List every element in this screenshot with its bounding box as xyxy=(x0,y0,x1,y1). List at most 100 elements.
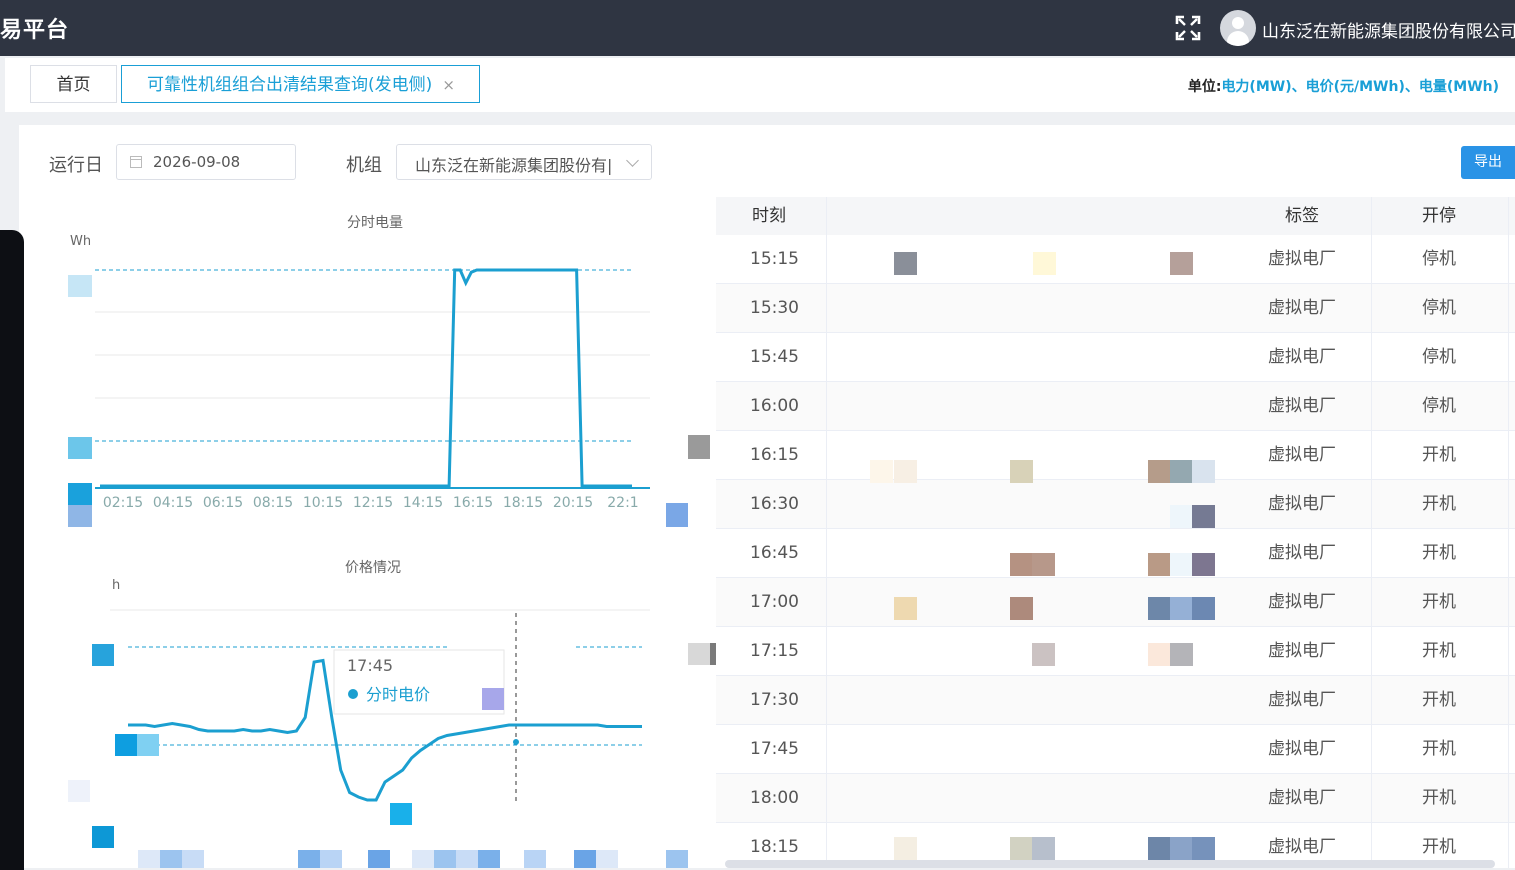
blur-block xyxy=(1010,553,1033,576)
table-row[interactable]: 16:45 虚拟电厂 开机 xyxy=(716,529,1515,578)
blur-block xyxy=(524,850,546,868)
tab-active-query[interactable]: 可靠性机组组合出清结果查询(发电侧) × xyxy=(121,65,480,103)
close-icon[interactable]: × xyxy=(442,66,455,104)
export-button[interactable]: 导出 xyxy=(1461,146,1515,179)
blur-block xyxy=(894,460,917,483)
blur-block xyxy=(894,597,917,620)
table-row[interactable]: 15:15 虚拟电厂 停机 xyxy=(716,235,1515,284)
table-row[interactable]: 15:30 虚拟电厂 停机 xyxy=(716,284,1515,333)
cell-status: 停机 xyxy=(1422,298,1456,318)
blur-block xyxy=(1148,837,1171,860)
blur-block xyxy=(1032,643,1055,666)
blur-block xyxy=(434,850,456,868)
blur-block xyxy=(368,850,390,868)
cell-status: 开机 xyxy=(1422,641,1456,661)
table-row[interactable]: 16:00 虚拟电厂 停机 xyxy=(716,382,1515,431)
blur-block xyxy=(666,850,688,868)
cell-status: 开机 xyxy=(1422,494,1456,514)
tab-home[interactable]: 首页 xyxy=(30,65,117,103)
blur-block xyxy=(1192,460,1215,483)
tooltip-series-name: 分时电价 xyxy=(366,685,430,704)
cell-time: 17:00 xyxy=(750,592,799,612)
cell-status: 开机 xyxy=(1422,690,1456,710)
cell-tag: 虚拟电厂 xyxy=(1268,788,1336,808)
cell-time: 15:15 xyxy=(750,249,799,269)
blur-block xyxy=(1148,460,1171,483)
unit-label: 单位: xyxy=(1187,79,1222,95)
user-avatar[interactable] xyxy=(1220,10,1256,46)
cell-tag: 虚拟电厂 xyxy=(1268,445,1336,465)
tab-active-label: 可靠性机组组合出清结果查询(发电侧) xyxy=(147,75,433,95)
table-row[interactable]: 15:45 虚拟电厂 停机 xyxy=(716,333,1515,382)
tooltip-time: 17:45 xyxy=(347,656,393,675)
blur-block xyxy=(68,275,92,297)
chart2-title: 价格情况 xyxy=(345,560,401,576)
cell-tag: 虚拟电厂 xyxy=(1268,298,1336,318)
blur-block xyxy=(68,780,90,802)
tab-strip: 首页 可靠性机组组合出清结果查询(发电侧) × 单位:电力(MW)、电价(元/M… xyxy=(5,58,1515,112)
blur-block xyxy=(137,734,159,756)
col-divider xyxy=(1508,197,1509,868)
cell-tag: 虚拟电厂 xyxy=(1268,494,1336,514)
chart1-x-tick: 22:1 xyxy=(607,495,638,511)
company-name[interactable]: 山东泛在新能源集团股份有限公司 xyxy=(1262,17,1515,42)
cell-status: 停机 xyxy=(1422,396,1456,416)
blur-block xyxy=(894,252,917,275)
cell-status: 开机 xyxy=(1422,592,1456,612)
cell-tag: 虚拟电厂 xyxy=(1268,592,1336,612)
table-row[interactable]: 17:45 虚拟电厂 开机 xyxy=(716,725,1515,774)
cell-status: 开机 xyxy=(1422,788,1456,808)
chevron-down-icon xyxy=(626,154,639,167)
blur-block xyxy=(1170,505,1193,528)
blur-block xyxy=(390,803,412,825)
unit-select[interactable]: 山东泛在新能源集团股份有| xyxy=(396,144,652,180)
table-header-bg xyxy=(716,197,1515,235)
blur-block xyxy=(68,483,92,505)
table-row[interactable]: 18:00 虚拟电厂 开机 xyxy=(716,774,1515,823)
calendar-icon xyxy=(130,156,142,168)
chart1-x-tick: 08:15 xyxy=(253,495,293,511)
cell-status: 停机 xyxy=(1422,249,1456,269)
cell-time: 17:15 xyxy=(750,641,799,661)
blur-block xyxy=(298,850,320,868)
blur-block xyxy=(574,850,596,868)
cell-status: 开机 xyxy=(1422,543,1456,563)
blur-block xyxy=(1192,597,1215,620)
chart1-x-tick: 14:15 xyxy=(403,495,443,511)
col-header-time: 时刻 xyxy=(752,197,786,235)
table-row[interactable]: 17:00 虚拟电厂 开机 xyxy=(716,578,1515,627)
date-label: 运行日 xyxy=(49,155,103,176)
blur-block xyxy=(1010,460,1033,483)
blur-block xyxy=(68,505,92,527)
blur-block xyxy=(1170,252,1193,275)
top-bar: 易平台 山东泛在新能源集团股份有限公司 xyxy=(0,0,1515,56)
blur-block xyxy=(320,850,342,868)
blur-block xyxy=(92,644,114,666)
cell-status: 开机 xyxy=(1422,739,1456,759)
blur-block xyxy=(1192,553,1215,576)
unit-select-label: 机组 xyxy=(346,155,382,176)
energy-chart: 分时电量 Wh 02:15 04:15 06:15 08:15 10:15 12:15 14… xyxy=(68,215,710,527)
date-picker[interactable]: 2026-09-08 xyxy=(116,144,296,180)
blur-block xyxy=(1192,837,1215,860)
table-horizontal-scrollbar[interactable] xyxy=(725,860,1495,868)
blur-block xyxy=(478,850,500,868)
chart2-ylabel: h xyxy=(112,578,120,593)
cell-time: 16:30 xyxy=(750,494,799,514)
cell-tag: 虚拟电厂 xyxy=(1268,396,1336,416)
table-row[interactable]: 16:15 虚拟电厂 开机 xyxy=(716,431,1515,480)
cell-time: 15:30 xyxy=(750,298,799,318)
blur-block xyxy=(1148,643,1171,666)
blur-block xyxy=(1192,505,1215,528)
tooltip-point xyxy=(513,739,519,745)
table-row[interactable]: 17:15 虚拟电厂 开机 xyxy=(716,627,1515,676)
brand-title: 易平台 xyxy=(0,18,70,43)
table-row[interactable]: 17:30 虚拟电厂 开机 xyxy=(716,676,1515,725)
blur-block xyxy=(138,850,160,868)
blur-block xyxy=(182,850,204,868)
table-row[interactable]: 16:30 虚拟电厂 开机 xyxy=(716,480,1515,529)
blur-block xyxy=(870,460,893,483)
fullscreen-icon[interactable] xyxy=(1175,15,1201,41)
blur-block xyxy=(688,435,710,459)
chart1-title: 分时电量 xyxy=(347,215,403,231)
